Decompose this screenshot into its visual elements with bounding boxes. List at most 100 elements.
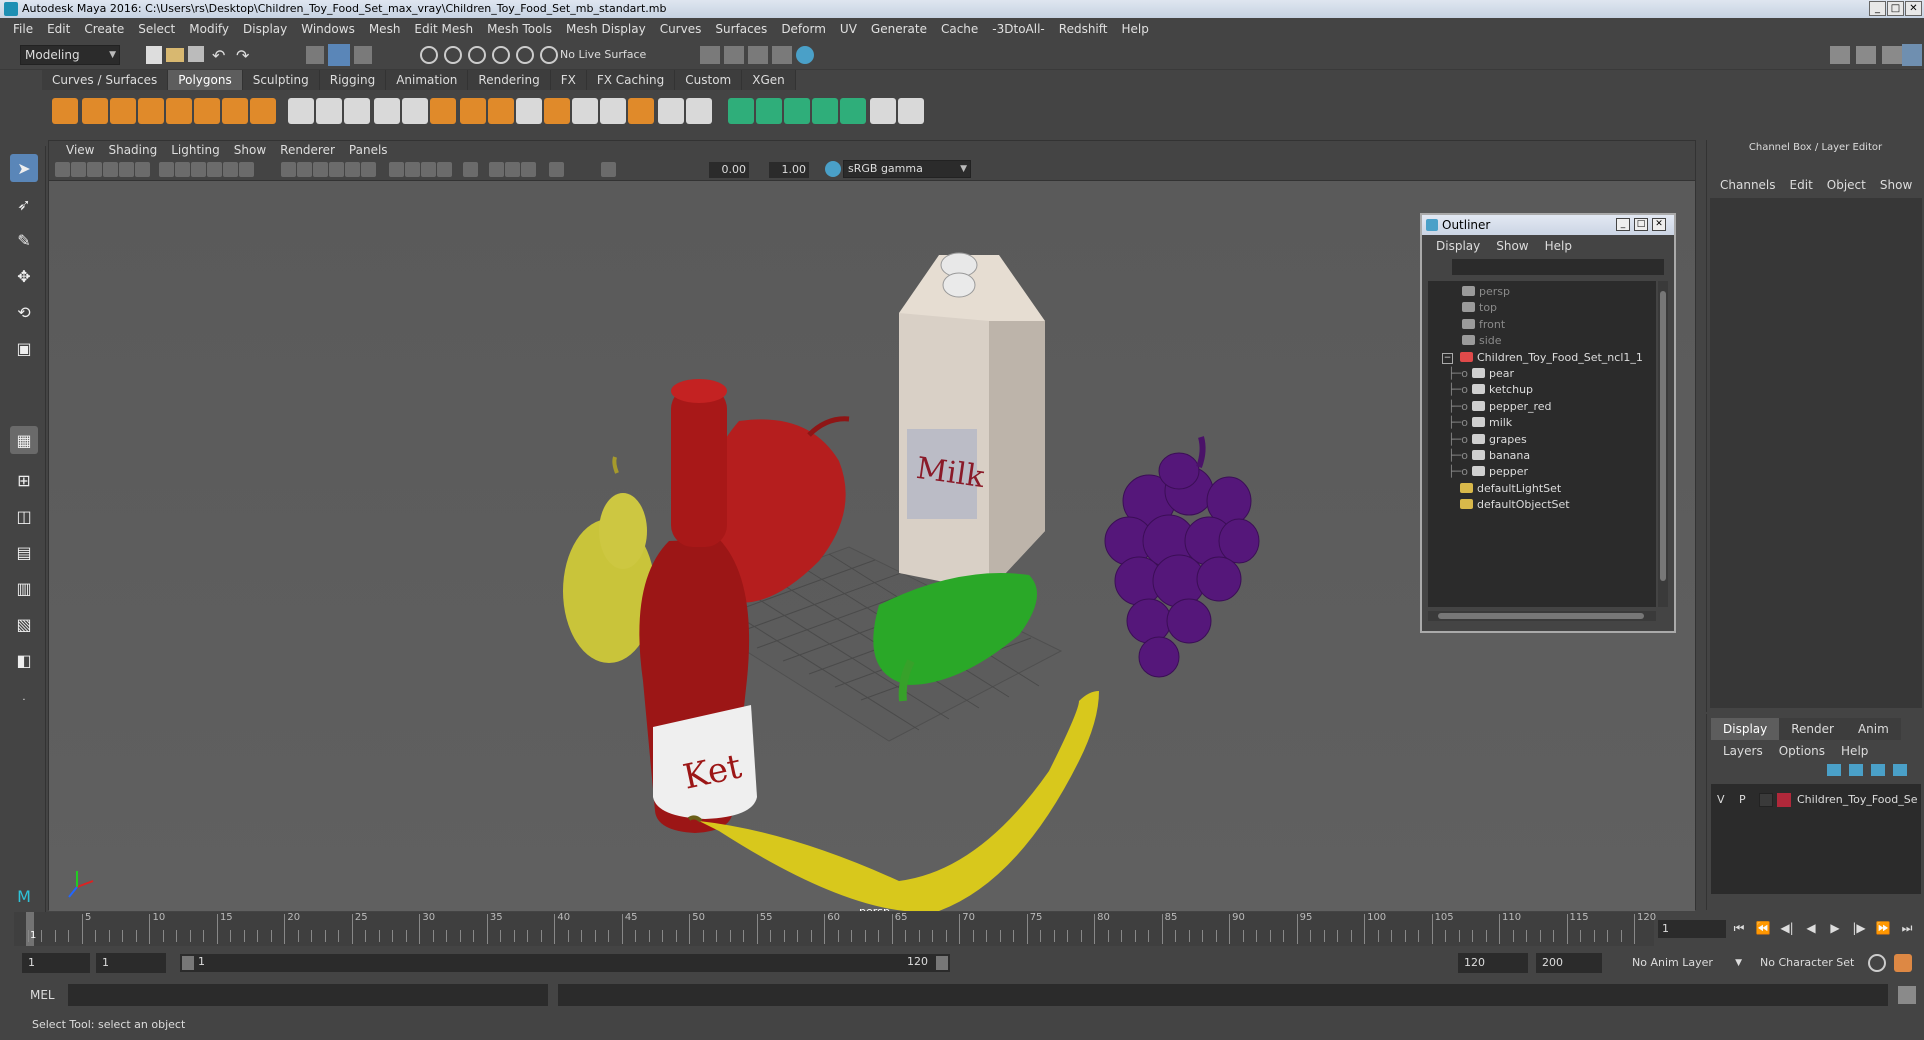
select-by-component-icon[interactable] — [354, 46, 372, 64]
outliner-menu-help[interactable]: Help — [1537, 239, 1580, 253]
anim-end-field[interactable]: 200 — [1536, 953, 1602, 973]
menu-select[interactable]: Select — [131, 22, 182, 36]
minimize-button[interactable]: _ — [1869, 1, 1886, 16]
poly-plane-icon[interactable] — [166, 98, 192, 124]
image-plane-icon[interactable] — [103, 162, 118, 177]
channel-box-area[interactable] — [1710, 198, 1922, 708]
menu-cache[interactable]: Cache — [934, 22, 985, 36]
layer-menu-layers[interactable]: Layers — [1715, 744, 1771, 758]
outliner-list[interactable]: persp top front side − Children_Toy_Food_Set_… — [1428, 281, 1656, 607]
grid-icon[interactable] — [159, 162, 174, 177]
poly-torus-icon[interactable] — [194, 98, 220, 124]
layer-menu-help[interactable]: Help — [1833, 744, 1876, 758]
gamma-field[interactable]: 1.00 — [769, 162, 809, 178]
backface-culling-icon[interactable] — [521, 162, 536, 177]
lasso-tool-icon[interactable]: ➶ — [10, 190, 38, 218]
camera-attributes-icon[interactable] — [71, 162, 86, 177]
script-language-label[interactable]: MEL — [30, 988, 55, 1002]
collapse-toggle-icon[interactable]: − — [1442, 352, 1453, 364]
snap-grid-icon[interactable] — [420, 46, 438, 64]
outliner-menu-display[interactable]: Display — [1428, 239, 1488, 253]
bridge-icon[interactable] — [544, 98, 570, 124]
shelf-tab-xgen[interactable]: XGen — [742, 70, 796, 90]
sew-uv-icon[interactable] — [898, 98, 924, 124]
scale-tool-icon[interactable]: ▣ — [10, 334, 38, 362]
outliner-menu-show[interactable]: Show — [1488, 239, 1536, 253]
layout-options-icon[interactable]: · — [10, 686, 38, 714]
shelf-tab-curves-surfaces[interactable]: Curves / Surfaces — [42, 70, 169, 90]
character-set-dropdown[interactable]: No Character Set — [1754, 953, 1864, 973]
layer-visibility-toggle[interactable]: V — [1717, 790, 1725, 810]
anim-prefs-icon[interactable] — [1894, 954, 1912, 972]
shelf-tab-polygons[interactable]: Polygons — [168, 70, 243, 90]
menu-uv[interactable]: UV — [833, 22, 864, 36]
uv-editor-icon[interactable] — [870, 98, 896, 124]
outliner-item[interactable]: ├─o grapes — [1448, 431, 1527, 449]
four-view-layout-icon[interactable]: ⊞ — [10, 466, 38, 494]
persp-graph-layout-icon[interactable]: ▤ — [10, 538, 38, 566]
anti-aliasing-icon[interactable] — [421, 162, 436, 177]
menu-mesh[interactable]: Mesh — [362, 22, 408, 36]
menu-generate[interactable]: Generate — [864, 22, 934, 36]
grease-pencil-icon[interactable] — [135, 162, 150, 177]
poly-cone-icon[interactable] — [138, 98, 164, 124]
gamma-icon[interactable] — [601, 162, 616, 177]
exposure-icon[interactable] — [549, 162, 564, 177]
outliner-v-scrollbar[interactable] — [1658, 281, 1668, 607]
menuset-dropdown[interactable]: Modeling ▼ — [20, 45, 120, 65]
motion-blur-icon[interactable] — [405, 162, 420, 177]
layer-menu-options[interactable]: Options — [1771, 744, 1833, 758]
range-slider[interactable]: 1 120 — [180, 954, 950, 972]
step-back-key-icon[interactable]: ⏪ — [1754, 918, 1772, 938]
bevel-icon[interactable] — [516, 98, 542, 124]
shelf-tab-fx[interactable]: FX — [550, 70, 587, 90]
layer-color-swatch[interactable] — [1777, 793, 1791, 807]
current-frame-field[interactable]: 1 — [1658, 920, 1726, 938]
panel-menu-renderer[interactable]: Renderer — [273, 143, 342, 157]
move-tool-icon[interactable]: ✥ — [10, 262, 38, 290]
outliner-item[interactable]: ├─o pepper_red — [1448, 398, 1552, 416]
redo-icon[interactable]: ↷ — [236, 46, 249, 65]
extrude-icon[interactable] — [488, 98, 514, 124]
new-scene-icon[interactable] — [146, 46, 162, 64]
single-perspective-layout-icon[interactable]: ▦ — [10, 426, 38, 454]
outliner-item[interactable]: ├─o milk — [1448, 414, 1512, 432]
persp-outliner-layout-icon[interactable]: ◫ — [10, 502, 38, 530]
xray-joints-icon[interactable] — [505, 162, 520, 177]
outliner-maximize-button[interactable]: □ — [1634, 218, 1648, 231]
layer-tab-render[interactable]: Render — [1779, 718, 1846, 740]
script-editor-icon[interactable] — [1898, 986, 1916, 1004]
shelf-tab-rendering[interactable]: Rendering — [468, 70, 551, 90]
menu-mesh-tools[interactable]: Mesh Tools — [480, 22, 559, 36]
save-scene-icon[interactable] — [188, 46, 204, 62]
close-button[interactable]: ✕ — [1905, 1, 1922, 16]
target-weld-icon[interactable] — [628, 98, 654, 124]
rotate-tool-icon[interactable]: ⟲ — [10, 298, 38, 326]
poly-pyramid-icon[interactable] — [222, 98, 248, 124]
wireframe-on-shaded-icon[interactable] — [313, 162, 328, 177]
insert-edge-loop-icon[interactable] — [658, 98, 684, 124]
channel-box-toggle-icon[interactable] — [1902, 44, 1922, 66]
panel-menu-shading[interactable]: Shading — [101, 143, 164, 157]
menu-deform[interactable]: Deform — [774, 22, 833, 36]
outliner-close-button[interactable]: ✕ — [1652, 218, 1666, 231]
poly-cube-icon[interactable] — [82, 98, 108, 124]
menu-surfaces[interactable]: Surfaces — [708, 22, 774, 36]
bookmarks-icon[interactable] — [87, 162, 102, 177]
move-layer-down-icon[interactable] — [1849, 764, 1863, 776]
tool-settings-icon[interactable] — [1882, 46, 1902, 64]
play-backward-icon[interactable]: ◀ — [1802, 918, 1820, 938]
layer-name[interactable]: Children_Toy_Food_Se — [1797, 790, 1917, 810]
anim-start-field[interactable]: 1 — [22, 953, 90, 973]
screen-space-ao-icon[interactable] — [389, 162, 404, 177]
menu-create[interactable]: Create — [77, 22, 131, 36]
film-gate-icon[interactable] — [175, 162, 190, 177]
outliner-h-scrollbar[interactable] — [1428, 611, 1656, 621]
poly-cylinder-icon[interactable] — [110, 98, 136, 124]
new-layer-icon[interactable] — [1871, 764, 1885, 776]
channel-box-menu-channels[interactable]: Channels — [1713, 178, 1783, 192]
modeling-toolkit-icon[interactable] — [1830, 46, 1850, 64]
maximize-button[interactable]: □ — [1887, 1, 1904, 16]
snap-curve-icon[interactable] — [444, 46, 462, 64]
open-scene-icon[interactable] — [166, 48, 184, 62]
